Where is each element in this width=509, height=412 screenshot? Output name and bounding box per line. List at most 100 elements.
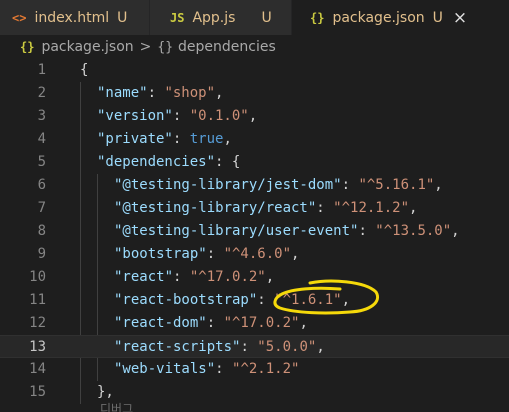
token-str: "^13.5.0"	[375, 223, 452, 239]
tab-bar: <> index.html U JS App.js U {} package.j…	[0, 0, 509, 35]
line-number: 3	[37, 108, 46, 124]
breadcrumb: {} package.json > {} dependencies	[0, 35, 509, 59]
token-punc: ,	[451, 223, 460, 239]
code-text: "react": "^17.0.2",	[114, 266, 274, 289]
token-punc: :	[358, 223, 376, 239]
token-str: "0.1.0"	[189, 108, 249, 124]
line-number: 2	[37, 85, 46, 101]
code-line[interactable]: 12 "react-dom": "^17.0.2",	[0, 312, 509, 335]
line-number: 13	[29, 339, 46, 355]
json-file-icon: {}	[20, 40, 35, 54]
code-line[interactable]: 10 "react": "^17.0.2",	[0, 266, 509, 289]
token-key: "react-dom"	[114, 315, 207, 331]
token-punc: ,	[299, 315, 308, 331]
token-punc: :	[172, 131, 190, 147]
token-punc: : {	[215, 154, 241, 170]
token-key: "react"	[114, 269, 174, 285]
token-key: "@testing-library/react"	[114, 200, 317, 216]
line-number: 10	[29, 269, 46, 285]
code-text: "@testing-library/jest-dom": "^5.16.1",	[114, 174, 443, 197]
code-text: "bootstrap": "^4.6.0",	[114, 243, 299, 266]
code-line[interactable]: 14 "web-vitals": "^2.1.2"	[0, 358, 509, 381]
token-str: "^4.6.0"	[223, 246, 292, 262]
line-number: 5	[37, 154, 46, 170]
token-punc: ,	[215, 85, 224, 101]
code-line[interactable]: 7 "@testing-library/react": "^12.1.2",	[0, 197, 509, 220]
code-text: "private": true,	[97, 128, 232, 151]
line-number: 6	[37, 177, 46, 193]
code-line[interactable]: 1{	[0, 59, 509, 82]
token-key: "dependencies"	[97, 154, 216, 170]
code-line[interactable]: 15},	[0, 381, 509, 404]
code-line[interactable]: 3 "version": "0.1.0",	[0, 105, 509, 128]
token-punc: ,	[316, 339, 325, 355]
code-text: "@testing-library/react": "^12.1.2",	[114, 197, 417, 220]
chevron-right-icon: >	[139, 39, 152, 55]
token-str: "^5.16.1"	[358, 177, 435, 193]
line-number: 15	[29, 384, 46, 400]
token-punc: :	[215, 361, 233, 377]
code-line[interactable]: 8 "@testing-library/user-event": "^13.5.0…	[0, 220, 509, 243]
code-line[interactable]: 5 "dependencies": {	[0, 151, 509, 174]
token-key: "@testing-library/user-event"	[114, 223, 359, 239]
token-key: "web-vitals"	[114, 361, 216, 377]
token-punc: ,	[223, 131, 232, 147]
token-punc: :	[147, 85, 165, 101]
code-text: "@testing-library/user-event": "^13.5.0"…	[114, 220, 460, 243]
token-punc: :	[172, 108, 190, 124]
code-editor[interactable]: 1{ 2 "name": "shop", 3 "version": "0.1.0", 4 "…	[0, 59, 509, 412]
tab-index-html[interactable]: <> index.html U	[0, 0, 150, 35]
token-punc: {	[80, 62, 89, 78]
token-punc: },	[97, 384, 114, 400]
close-icon[interactable]: ×	[453, 8, 467, 28]
token-kw: true	[189, 131, 224, 147]
token-str: "^17.0.2"	[223, 315, 300, 331]
token-punc: ,	[409, 200, 418, 216]
line-number: 7	[37, 200, 46, 216]
token-punc: ,	[248, 108, 258, 124]
breadcrumb-symbol[interactable]: dependencies	[178, 39, 276, 55]
code-text: "web-vitals": "^2.1.2"	[114, 358, 299, 381]
line-number: 14	[29, 361, 46, 377]
tab-label: index.html	[34, 9, 110, 26]
token-punc: ,	[291, 246, 300, 262]
untracked-badge: U	[117, 9, 128, 26]
token-punc: :	[316, 200, 334, 216]
token-punc: :	[173, 269, 190, 285]
handwritten-circle-annotation	[273, 279, 379, 315]
code-line[interactable]: 4 "private": true,	[0, 128, 509, 151]
token-punc: :	[206, 315, 224, 331]
token-str: "^2.1.2"	[232, 361, 300, 377]
code-text: "name": "shop",	[97, 82, 223, 105]
code-line[interactable]: 6 "@testing-library/jest-dom": "^5.16.1",	[0, 174, 509, 197]
token-str: "5.0.0"	[257, 339, 317, 355]
code-text: "version": "0.1.0",	[97, 105, 257, 128]
code-text: {	[80, 59, 88, 82]
tab-app-js[interactable]: JS App.js U	[150, 0, 292, 35]
code-text: "react-scripts": "5.0.0",	[114, 336, 325, 359]
code-line[interactable]: 13 "react-scripts": "5.0.0",	[0, 335, 509, 358]
breadcrumb-file[interactable]: package.json	[41, 39, 133, 55]
untracked-badge: U	[432, 9, 443, 26]
untracked-badge: U	[261, 9, 272, 26]
tab-label: package.json	[332, 9, 425, 26]
code-line[interactable]: 11 "react-bootstrap": "^1.6.1",	[0, 289, 509, 312]
token-punc: :	[341, 177, 359, 193]
line-number: 11	[29, 292, 46, 308]
line-number: 9	[37, 246, 46, 262]
tab-package-json[interactable]: {} package.json U ×	[292, 0, 509, 35]
token-key: "bootstrap"	[114, 246, 207, 262]
token-punc: ,	[434, 177, 443, 193]
code-line[interactable]: 2 "name": "shop",	[0, 82, 509, 105]
token-str: "^12.1.2"	[333, 200, 410, 216]
code-line[interactable]: 9 "bootstrap": "^4.6.0",	[0, 243, 509, 266]
token-str: "^17.0.2"	[189, 269, 266, 285]
json-file-icon: {}	[310, 10, 325, 25]
code-text: "dependencies": {	[97, 151, 240, 174]
line-number: 8	[37, 223, 46, 239]
javascript-file-icon: JS	[170, 10, 185, 25]
token-key: "name"	[97, 85, 148, 101]
token-key: "@testing-library/jest-dom"	[114, 177, 342, 193]
tab-label: App.js	[192, 9, 236, 26]
html-file-icon: <>	[12, 10, 27, 25]
